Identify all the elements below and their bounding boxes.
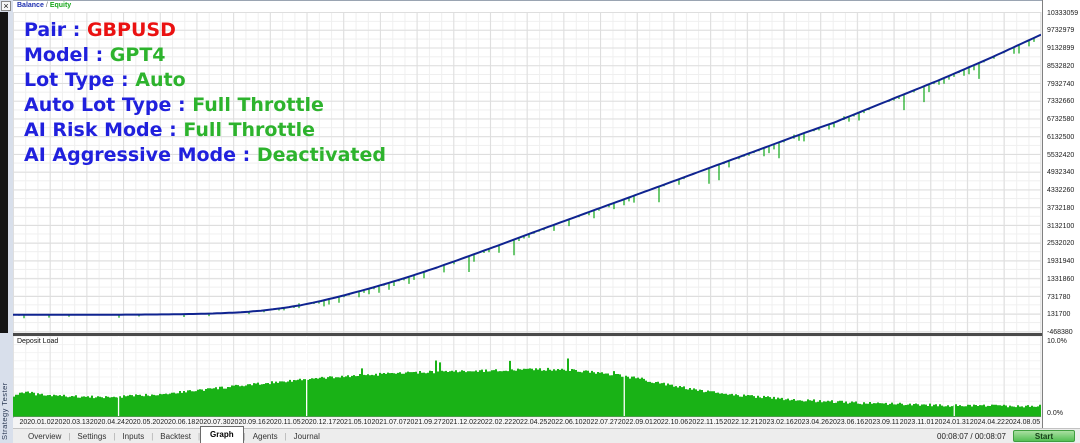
x-tick-label: 2020.04.24 [90, 419, 125, 426]
tab-settings[interactable]: Settings [70, 430, 113, 443]
overlay-value: Full Throttle [192, 94, 324, 116]
sidebar-title: Strategy Tester [0, 340, 13, 440]
overlay-line: Auto Lot Type : Full Throttle [24, 93, 386, 118]
overlay-line: Pair : GBPUSD [24, 18, 386, 43]
overlay-value: GPT4 [110, 44, 166, 66]
overlay-label: Auto Lot Type : [24, 94, 192, 116]
overlay-label: Lot Type : [24, 69, 135, 91]
x-tick-label: 2023.09.11 [865, 419, 900, 426]
y-tick-label: 3732180 [1047, 205, 1074, 212]
x-tick-label: 2023.11.01 [900, 419, 935, 426]
y-tick-label: -468380 [1047, 329, 1073, 336]
y-tick-label: 1931940 [1047, 258, 1074, 265]
overlay-value: Deactivated [257, 144, 386, 166]
overlay-value: Auto [135, 69, 185, 91]
x-tick-label: 2020.05.20 [125, 419, 160, 426]
y-tick-label: 7932740 [1047, 81, 1074, 88]
y-tick-label: 7332660 [1047, 98, 1074, 105]
tab-graph[interactable]: Graph [200, 426, 244, 443]
deposit-max-label: 10.0% [1047, 338, 1067, 345]
tab-backtest[interactable]: Backtest [153, 430, 198, 443]
x-axis: 2020.01.022020.03.132020.04.242020.05.20… [13, 418, 1042, 428]
overlay-line: Model : GPT4 [24, 43, 386, 68]
y-tick-label: 131700 [1047, 311, 1070, 318]
y-tick-label: 9732979 [1047, 27, 1074, 34]
tester-tabbar: Overview|Settings|Inputs|Backtest|Graph|… [13, 428, 1080, 443]
y-tick-label: 3132100 [1047, 223, 1074, 230]
x-tick-label: 2020.12.17 [301, 419, 336, 426]
x-tick-label: 2022.06.10 [547, 419, 582, 426]
deposit-min-label: 0.0% [1047, 410, 1063, 417]
y-tick-label: 4932340 [1047, 169, 1074, 176]
overlay-line: Lot Type : Auto [24, 68, 386, 93]
y-tick-label: 6732580 [1047, 116, 1074, 123]
tab-journal[interactable]: Journal [287, 430, 327, 443]
x-tick-label: 2022.09.01 [618, 419, 653, 426]
start-button[interactable]: Start [1013, 430, 1075, 442]
overlay-label: AI Risk Mode : [24, 119, 183, 141]
y-tick-label: 6132500 [1047, 134, 1074, 141]
x-tick-label: 2022.02.22 [477, 419, 512, 426]
chart-panel-edge [0, 12, 8, 333]
x-tick-label: 2021.07.07 [371, 419, 406, 426]
overlay-line: AI Aggressive Mode : Deactivated [24, 143, 386, 168]
x-tick-label: 2022.12.21 [723, 419, 758, 426]
y-tick-label: 8532820 [1047, 63, 1074, 70]
tab-overview[interactable]: Overview [21, 430, 68, 443]
deposit-load-plot [13, 336, 1041, 417]
info-overlay: Pair : GBPUSDModel : GPT4Lot Type : Auto… [24, 18, 386, 168]
x-tick-label: 2023.06.16 [829, 419, 864, 426]
x-tick-label: 2020.06.18 [160, 419, 195, 426]
y-tick-label: 10333059 [1047, 10, 1078, 17]
overlay-value: Full Throttle [183, 119, 315, 141]
x-tick-label: 2021.09.27 [407, 419, 442, 426]
x-tick-label: 2020.03.13 [55, 419, 90, 426]
overlay-label: AI Aggressive Mode : [24, 144, 257, 166]
y-tick-label: 2532020 [1047, 240, 1074, 247]
deposit-load-title: Deposit Load [17, 338, 58, 345]
overlay-line: AI Risk Mode : Full Throttle [24, 118, 386, 143]
overlay-value: GBPUSD [87, 19, 176, 41]
tab-inputs[interactable]: Inputs [115, 430, 151, 443]
close-icon[interactable]: × [1, 1, 11, 11]
x-tick-label: 2022.07.27 [583, 419, 618, 426]
x-tick-label: 2023.02.16 [759, 419, 794, 426]
chart-header [13, 0, 1042, 12]
x-tick-label: 2024.01.31 [935, 419, 970, 426]
y-tick-label: 9132899 [1047, 45, 1074, 52]
y-tick-label: 731780 [1047, 294, 1070, 301]
x-tick-label: 2022.11.15 [689, 419, 724, 426]
x-tick-label: 2021.05.10 [336, 419, 371, 426]
x-tick-label: 2023.04.26 [794, 419, 829, 426]
x-tick-label: 2020.01.02 [19, 419, 54, 426]
elapsed-time: 00:08:07 / 00:08:07 [937, 432, 1006, 441]
strategy-tester-window: × Strategy Tester Balance/Equity Pair : … [0, 0, 1080, 443]
legend-equity: Equity [50, 2, 71, 9]
y-tick-label: 1331860 [1047, 276, 1074, 283]
y-tick-label: 4332260 [1047, 187, 1074, 194]
overlay-label: Pair : [24, 19, 87, 41]
x-tick-label: 2022.04.25 [512, 419, 547, 426]
tab-agents[interactable]: Agents [246, 430, 285, 443]
overlay-label: Model : [24, 44, 110, 66]
legend-balance: Balance [17, 2, 44, 9]
y-axis: 10333059 9732979 9132899 8532820 7932740 7332… [1042, 0, 1080, 428]
x-tick-label: 2021.12.02 [442, 419, 477, 426]
chart-legend: Balance/Equity [17, 2, 71, 9]
x-tick-label: 2024.08.05 [1005, 419, 1040, 426]
x-tick-label: 2022.10.06 [653, 419, 688, 426]
y-tick-label: 5532420 [1047, 152, 1074, 159]
x-tick-label: 2020.11.05 [266, 419, 301, 426]
x-tick-label: 2024.04.22 [970, 419, 1005, 426]
